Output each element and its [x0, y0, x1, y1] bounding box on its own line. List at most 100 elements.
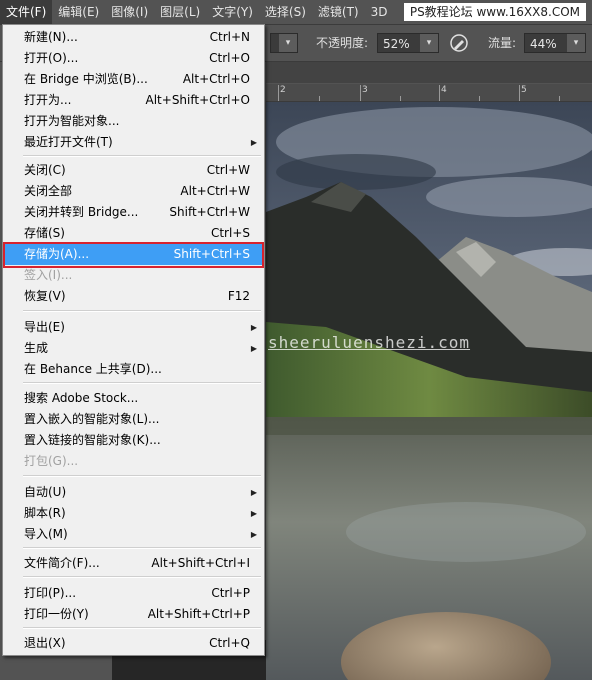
menu-item-label: 存储(S) [24, 226, 65, 240]
submenu-arrow-icon: ▶ [250, 323, 257, 332]
menu-item-label: 自动(U) [24, 485, 67, 499]
file-menu-dropdown: 新建(N)... Ctrl+N 打开(O)... Ctrl+O 在 Bridge 中… [2, 24, 265, 656]
menu-item-label: 生成 [24, 341, 49, 355]
menu-item-file-info[interactable]: 文件简介(F)... Alt+Shift+Ctrl+I [4, 553, 263, 574]
menu-item-shortcut: Ctrl+N [209, 30, 250, 44]
menu-image[interactable]: 图像(I) [105, 0, 154, 24]
menu-item-exit[interactable]: 退出(X) Ctrl+Q [4, 633, 263, 654]
opacity-label: 不透明度: [316, 36, 369, 50]
menu-item-browse-bridge[interactable]: 在 Bridge 中浏览(B)... Alt+Ctrl+O [4, 69, 263, 90]
site-watermark-badge: PS教程论坛 www.16XX8.COM [403, 3, 586, 21]
menu-item-label: 文件简介(F)... [24, 556, 100, 570]
landscape-photo[interactable] [266, 102, 592, 680]
menu-item-label: 在 Behance 上共享(D)... [24, 362, 162, 376]
menu-item-label: 打开(O)... [24, 51, 79, 65]
menu-item-revert[interactable]: 恢复(V) F12 [4, 286, 263, 307]
ruler-label: 3 [362, 85, 368, 95]
menu-item-label: 置入嵌入的智能对象(L)... [24, 412, 160, 426]
menu-item-label: 置入链接的智能对象(K)... [24, 433, 161, 447]
flow-value: 44% [530, 37, 557, 51]
menu-item-place-embedded[interactable]: 置入嵌入的智能对象(L)... [4, 409, 263, 430]
menu-item-shortcut: Alt+Ctrl+O [182, 72, 250, 86]
menu-item-print[interactable]: 打印(P)... Ctrl+P [4, 583, 263, 604]
menu-item-scripts[interactable]: 脚本(R) ▶ [4, 503, 263, 524]
menu-item-share-behance[interactable]: 在 Behance 上共享(D)... [4, 359, 263, 380]
flow-label: 流量: [488, 36, 517, 50]
menu-item-shortcut: F12 [227, 289, 250, 303]
menu-item-label: 退出(X) [24, 636, 66, 650]
menu-item-automate[interactable]: 自动(U) ▶ [4, 482, 263, 503]
airbrush-pressure-icon[interactable] [449, 33, 469, 53]
menu-file[interactable]: 文件(F) [0, 0, 53, 24]
menu-item-new[interactable]: 新建(N)... Ctrl+N [4, 27, 263, 48]
menu-item-shortcut: Ctrl+P [211, 586, 250, 600]
mode-dropdown[interactable]: ▾ [270, 33, 298, 53]
menu-item-place-linked[interactable]: 置入链接的智能对象(K)... [4, 430, 263, 451]
menu-item-label: 搜索 Adobe Stock... [24, 391, 139, 405]
menu-type[interactable]: 文字(Y) [206, 0, 259, 24]
menu-item-recent-files[interactable]: 最近打开文件(T) ▶ [4, 132, 263, 153]
canvas-watermark: sheeruluenshezi.com [268, 333, 471, 352]
ruler-label: 4 [441, 85, 447, 95]
menu-separator [23, 475, 261, 477]
menu-separator [23, 155, 261, 157]
menu-layer[interactable]: 图层(L) [154, 0, 206, 24]
flow-dropdown[interactable]: 44% ▾ [524, 33, 586, 53]
menu-item-package: 打包(G)... [4, 451, 263, 472]
menu-item-close-all[interactable]: 关闭全部 Alt+Ctrl+W [4, 181, 263, 202]
menu-item-generate[interactable]: 生成 ▶ [4, 338, 263, 359]
ruler-tick [319, 96, 320, 101]
ruler-tick [479, 96, 480, 101]
menu-item-open-as[interactable]: 打开为... Alt+Shift+Ctrl+O [4, 90, 263, 111]
menu-item-print-one-copy[interactable]: 打印一份(Y) Alt+Shift+Ctrl+P [4, 604, 263, 625]
menu-item-save[interactable]: 存储(S) Ctrl+S [4, 223, 263, 244]
submenu-arrow-icon: ▶ [250, 509, 257, 518]
menu-item-label: 打开为... [24, 93, 72, 107]
menu-item-label: 恢复(V) [24, 289, 66, 303]
submenu-arrow-icon: ▶ [250, 138, 257, 147]
menu-item-label: 关闭全部 [24, 184, 73, 198]
opacity-dropdown[interactable]: 52% ▾ [377, 33, 439, 53]
submenu-arrow-icon: ▶ [250, 530, 257, 539]
menu-item-label: 关闭(C) [24, 163, 66, 177]
menu-item-close-go-bridge[interactable]: 关闭并转到 Bridge... Shift+Ctrl+W [4, 202, 263, 223]
menu-separator [23, 627, 261, 629]
ruler-tick [559, 96, 560, 101]
menu-item-label: 导出(E) [24, 320, 65, 334]
submenu-arrow-icon: ▶ [250, 488, 257, 497]
ruler-tick [439, 85, 440, 101]
menu-item-shortcut: Ctrl+W [206, 163, 250, 177]
menu-item-shortcut: Ctrl+Q [209, 636, 250, 650]
menu-item-export[interactable]: 导出(E) ▶ [4, 317, 263, 338]
menu-item-search-adobe-stock[interactable]: 搜索 Adobe Stock... [4, 388, 263, 409]
ruler-tick [400, 96, 401, 101]
menu-item-label: 导入(M) [24, 527, 68, 541]
menu-item-shortcut: Alt+Shift+Ctrl+O [145, 93, 250, 107]
menu-item-label: 打印一份(Y) [24, 607, 89, 621]
menu-3d[interactable]: 3D [365, 0, 394, 24]
menu-item-label: 脚本(R) [24, 506, 66, 520]
menu-item-save-as[interactable]: 存储为(A)... Shift+Ctrl+S [3, 242, 264, 268]
menu-item-check-in: 签入(I)... [4, 265, 263, 286]
ruler-tick [519, 85, 520, 101]
menu-item-label: 签入(I)... [24, 268, 73, 282]
menu-item-import[interactable]: 导入(M) ▶ [4, 524, 263, 545]
menu-item-shortcut: Alt+Shift+Ctrl+I [151, 556, 250, 570]
opacity-value: 52% [383, 37, 410, 51]
menu-separator [23, 310, 261, 312]
document-tab-strip [266, 62, 592, 83]
ruler-label: 5 [521, 85, 527, 95]
menu-separator [23, 547, 261, 549]
menu-item-label: 打包(G)... [24, 454, 79, 468]
menu-filter[interactable]: 滤镜(T) [312, 0, 365, 24]
menu-select[interactable]: 选择(S) [259, 0, 312, 24]
menu-item-label: 打开为智能对象... [24, 114, 120, 128]
menu-edit[interactable]: 编辑(E) [52, 0, 105, 24]
menu-item-open-smart-object[interactable]: 打开为智能对象... [4, 111, 263, 132]
dropdown-arrow-icon: ▾ [420, 34, 438, 52]
menu-item-shortcut: Ctrl+S [210, 226, 250, 240]
menu-item-open[interactable]: 打开(O)... Ctrl+O [4, 48, 263, 69]
submenu-arrow-icon: ▶ [250, 344, 257, 353]
menu-item-close[interactable]: 关闭(C) Ctrl+W [4, 160, 263, 181]
menu-item-label: 最近打开文件(T) [24, 135, 113, 149]
